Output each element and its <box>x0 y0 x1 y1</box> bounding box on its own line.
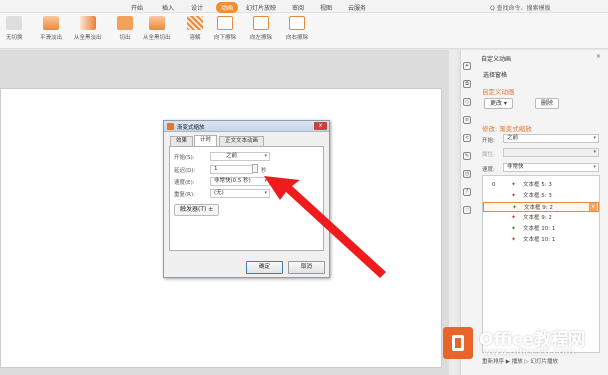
arrow-shape <box>264 176 386 278</box>
red-arrow-annotation <box>264 176 386 278</box>
office-logo-icon <box>443 327 473 359</box>
watermark: Office教程网 www.office26.com <box>443 327 603 367</box>
watermark-url: www.office26.com <box>483 347 575 358</box>
